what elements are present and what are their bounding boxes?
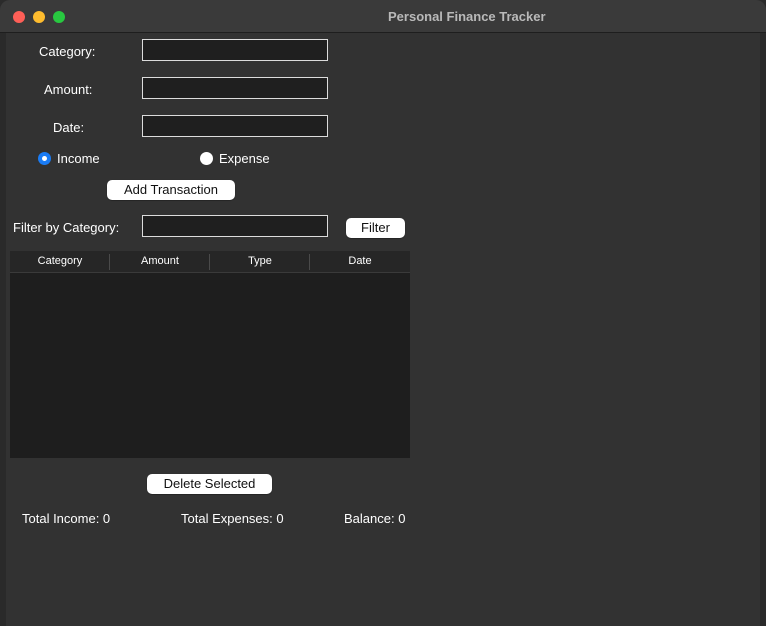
left-edge (0, 33, 6, 626)
date-label: Date: (53, 120, 85, 135)
table-header: Category Amount Type Date (10, 251, 410, 273)
transactions-table[interactable]: Category Amount Type Date (10, 251, 410, 458)
balance-label: Balance: 0 (344, 511, 406, 526)
window-title: Personal Finance Tracker (388, 9, 546, 24)
expense-radio-label[interactable]: Expense (219, 151, 270, 166)
column-header-type[interactable]: Type (210, 251, 310, 272)
total-expenses-label: Total Expenses: 0 (181, 511, 284, 526)
amount-label: Amount: (44, 82, 93, 97)
filter-category-input[interactable] (142, 215, 328, 237)
income-radio-label[interactable]: Income (57, 151, 100, 166)
column-header-category[interactable]: Category (10, 251, 110, 272)
minimize-window-button[interactable] (33, 11, 45, 23)
close-window-button[interactable] (13, 11, 25, 23)
category-input[interactable] (142, 39, 328, 61)
title-bar[interactable]: Personal Finance Tracker (0, 0, 766, 33)
column-header-date[interactable]: Date (310, 251, 410, 272)
amount-input[interactable] (142, 77, 328, 99)
table-body[interactable] (10, 273, 410, 458)
category-label: Category: (39, 44, 96, 59)
expense-radio[interactable] (200, 152, 213, 165)
app-window: Personal Finance Tracker Category: Amoun… (0, 0, 766, 626)
date-input[interactable] (142, 115, 328, 137)
total-income-label: Total Income: 0 (22, 511, 111, 526)
column-header-amount[interactable]: Amount (110, 251, 210, 272)
filter-label: Filter by Category: (13, 220, 120, 235)
income-radio[interactable] (38, 152, 51, 165)
filter-button[interactable]: Filter (346, 218, 405, 238)
right-edge (760, 33, 766, 626)
add-transaction-button[interactable]: Add Transaction (107, 180, 235, 200)
delete-selected-button[interactable]: Delete Selected (147, 474, 272, 494)
maximize-window-button[interactable] (53, 11, 65, 23)
